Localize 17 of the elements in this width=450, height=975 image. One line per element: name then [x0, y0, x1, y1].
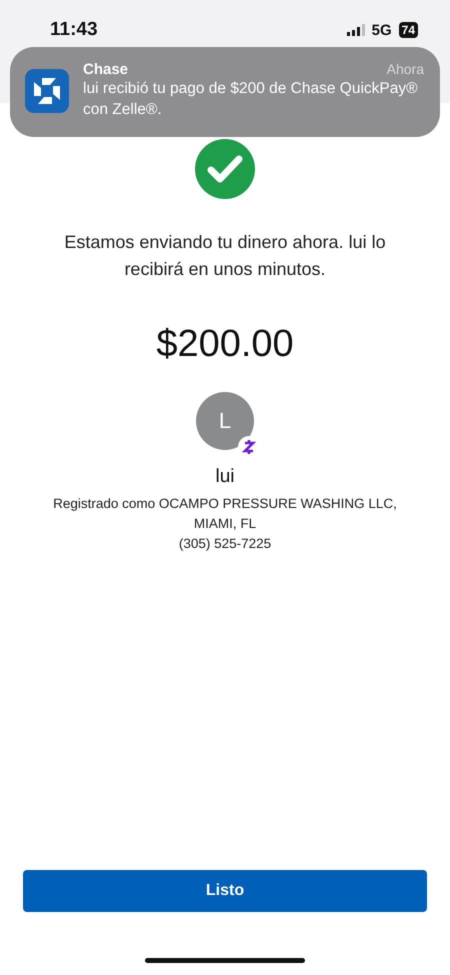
notification-time: Ahora — [386, 61, 424, 78]
amount: $200.00 — [156, 323, 294, 366]
checkmark-icon — [195, 139, 255, 199]
recipient-name: lui — [215, 466, 234, 488]
notification-app-name: Chase — [83, 61, 128, 78]
notification-message: lui recibió tu pago de $200 de Chase QuickPay® con Zelle®. — [83, 79, 419, 120]
done-button[interactable]: Listo — [23, 870, 427, 912]
app-icon — [25, 69, 69, 113]
battery-icon: 74 — [398, 22, 418, 38]
registered-name: Registrado como OCAMPO PRESSURE WASHING LLC, MIAMI, FL — [52, 495, 398, 533]
signal-icon — [346, 24, 365, 36]
recipient-avatar: L — [196, 392, 254, 450]
network-label: 5G — [372, 22, 392, 38]
notification-banner[interactable]: Chase Ahora lui recibió tu pago de $200 de Chase QuickPay® con Zelle®. — [10, 47, 440, 137]
status-time: 11:43 — [50, 19, 98, 41]
confirmation-message: Estamos enviando tu dinero ahora. lui lo recibirá en unos minutos. — [63, 231, 387, 281]
recipient-phone: (305) 525-7225 — [178, 535, 272, 553]
